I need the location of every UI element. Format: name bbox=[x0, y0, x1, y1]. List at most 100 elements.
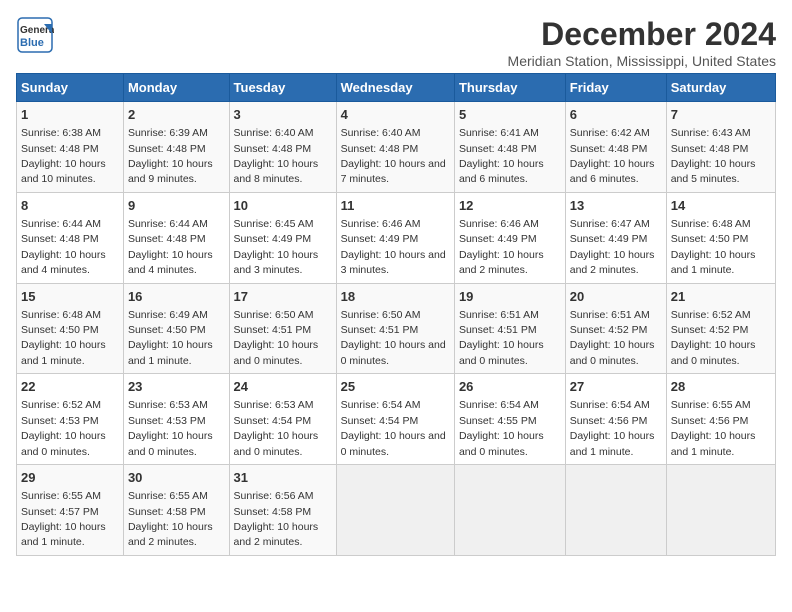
day-number: 21 bbox=[671, 288, 771, 306]
empty-cell bbox=[565, 465, 666, 556]
table-row: 13 Sunrise: 6:47 AMSunset: 4:49 PMDaylig… bbox=[565, 192, 666, 283]
table-row: 10 Sunrise: 6:45 AMSunset: 4:49 PMDaylig… bbox=[229, 192, 336, 283]
empty-cell bbox=[666, 465, 775, 556]
day-info: Sunrise: 6:50 AMSunset: 4:51 PMDaylight:… bbox=[341, 309, 446, 367]
calendar-body: 1 Sunrise: 6:38 AMSunset: 4:48 PMDayligh… bbox=[17, 102, 776, 556]
col-wednesday: Wednesday bbox=[336, 74, 454, 102]
day-info: Sunrise: 6:40 AMSunset: 4:48 PMDaylight:… bbox=[234, 127, 319, 185]
day-number: 9 bbox=[128, 197, 225, 215]
col-thursday: Thursday bbox=[454, 74, 565, 102]
table-row: 29 Sunrise: 6:55 AMSunset: 4:57 PMDaylig… bbox=[17, 465, 124, 556]
day-info: Sunrise: 6:48 AMSunset: 4:50 PMDaylight:… bbox=[671, 218, 756, 276]
subtitle: Meridian Station, Mississippi, United St… bbox=[508, 53, 776, 69]
col-tuesday: Tuesday bbox=[229, 74, 336, 102]
table-row: 3 Sunrise: 6:40 AMSunset: 4:48 PMDayligh… bbox=[229, 102, 336, 193]
day-number: 6 bbox=[570, 106, 662, 124]
day-info: Sunrise: 6:44 AMSunset: 4:48 PMDaylight:… bbox=[128, 218, 213, 276]
day-info: Sunrise: 6:55 AMSunset: 4:58 PMDaylight:… bbox=[128, 490, 213, 548]
week-row-5: 29 Sunrise: 6:55 AMSunset: 4:57 PMDaylig… bbox=[17, 465, 776, 556]
week-row-3: 15 Sunrise: 6:48 AMSunset: 4:50 PMDaylig… bbox=[17, 283, 776, 374]
table-row: 31 Sunrise: 6:56 AMSunset: 4:58 PMDaylig… bbox=[229, 465, 336, 556]
table-row: 24 Sunrise: 6:53 AMSunset: 4:54 PMDaylig… bbox=[229, 374, 336, 465]
day-info: Sunrise: 6:48 AMSunset: 4:50 PMDaylight:… bbox=[21, 309, 106, 367]
table-row: 1 Sunrise: 6:38 AMSunset: 4:48 PMDayligh… bbox=[17, 102, 124, 193]
col-sunday: Sunday bbox=[17, 74, 124, 102]
day-info: Sunrise: 6:51 AMSunset: 4:51 PMDaylight:… bbox=[459, 309, 544, 367]
day-info: Sunrise: 6:38 AMSunset: 4:48 PMDaylight:… bbox=[21, 127, 106, 185]
day-info: Sunrise: 6:43 AMSunset: 4:48 PMDaylight:… bbox=[671, 127, 756, 185]
table-row: 18 Sunrise: 6:50 AMSunset: 4:51 PMDaylig… bbox=[336, 283, 454, 374]
table-row: 8 Sunrise: 6:44 AMSunset: 4:48 PMDayligh… bbox=[17, 192, 124, 283]
table-row: 28 Sunrise: 6:55 AMSunset: 4:56 PMDaylig… bbox=[666, 374, 775, 465]
day-info: Sunrise: 6:46 AMSunset: 4:49 PMDaylight:… bbox=[459, 218, 544, 276]
day-number: 15 bbox=[21, 288, 119, 306]
table-row: 11 Sunrise: 6:46 AMSunset: 4:49 PMDaylig… bbox=[336, 192, 454, 283]
page-header: General Blue December 2024 Meridian Stat… bbox=[16, 16, 776, 69]
day-number: 11 bbox=[341, 197, 450, 215]
day-number: 7 bbox=[671, 106, 771, 124]
day-number: 20 bbox=[570, 288, 662, 306]
day-number: 5 bbox=[459, 106, 561, 124]
calendar-table: Sunday Monday Tuesday Wednesday Thursday… bbox=[16, 73, 776, 556]
day-info: Sunrise: 6:40 AMSunset: 4:48 PMDaylight:… bbox=[341, 127, 446, 185]
day-number: 10 bbox=[234, 197, 332, 215]
day-info: Sunrise: 6:51 AMSunset: 4:52 PMDaylight:… bbox=[570, 309, 655, 367]
table-row: 15 Sunrise: 6:48 AMSunset: 4:50 PMDaylig… bbox=[17, 283, 124, 374]
day-info: Sunrise: 6:45 AMSunset: 4:49 PMDaylight:… bbox=[234, 218, 319, 276]
day-number: 13 bbox=[570, 197, 662, 215]
day-info: Sunrise: 6:39 AMSunset: 4:48 PMDaylight:… bbox=[128, 127, 213, 185]
day-info: Sunrise: 6:47 AMSunset: 4:49 PMDaylight:… bbox=[570, 218, 655, 276]
day-info: Sunrise: 6:54 AMSunset: 4:54 PMDaylight:… bbox=[341, 399, 446, 457]
week-row-2: 8 Sunrise: 6:44 AMSunset: 4:48 PMDayligh… bbox=[17, 192, 776, 283]
day-number: 27 bbox=[570, 378, 662, 396]
logo: General Blue bbox=[16, 16, 54, 54]
day-number: 17 bbox=[234, 288, 332, 306]
day-number: 18 bbox=[341, 288, 450, 306]
day-info: Sunrise: 6:49 AMSunset: 4:50 PMDaylight:… bbox=[128, 309, 213, 367]
day-number: 3 bbox=[234, 106, 332, 124]
day-number: 16 bbox=[128, 288, 225, 306]
empty-cell bbox=[336, 465, 454, 556]
day-info: Sunrise: 6:52 AMSunset: 4:52 PMDaylight:… bbox=[671, 309, 756, 367]
day-number: 26 bbox=[459, 378, 561, 396]
day-number: 14 bbox=[671, 197, 771, 215]
table-row: 14 Sunrise: 6:48 AMSunset: 4:50 PMDaylig… bbox=[666, 192, 775, 283]
day-info: Sunrise: 6:44 AMSunset: 4:48 PMDaylight:… bbox=[21, 218, 106, 276]
day-info: Sunrise: 6:52 AMSunset: 4:53 PMDaylight:… bbox=[21, 399, 106, 457]
table-row: 16 Sunrise: 6:49 AMSunset: 4:50 PMDaylig… bbox=[123, 283, 229, 374]
table-row: 26 Sunrise: 6:54 AMSunset: 4:55 PMDaylig… bbox=[454, 374, 565, 465]
day-info: Sunrise: 6:56 AMSunset: 4:58 PMDaylight:… bbox=[234, 490, 319, 548]
table-row: 21 Sunrise: 6:52 AMSunset: 4:52 PMDaylig… bbox=[666, 283, 775, 374]
table-row: 17 Sunrise: 6:50 AMSunset: 4:51 PMDaylig… bbox=[229, 283, 336, 374]
day-info: Sunrise: 6:46 AMSunset: 4:49 PMDaylight:… bbox=[341, 218, 446, 276]
table-row: 23 Sunrise: 6:53 AMSunset: 4:53 PMDaylig… bbox=[123, 374, 229, 465]
header-row: Sunday Monday Tuesday Wednesday Thursday… bbox=[17, 74, 776, 102]
day-info: Sunrise: 6:54 AMSunset: 4:55 PMDaylight:… bbox=[459, 399, 544, 457]
day-info: Sunrise: 6:55 AMSunset: 4:56 PMDaylight:… bbox=[671, 399, 756, 457]
main-title: December 2024 bbox=[508, 16, 776, 53]
table-row: 30 Sunrise: 6:55 AMSunset: 4:58 PMDaylig… bbox=[123, 465, 229, 556]
table-row: 6 Sunrise: 6:42 AMSunset: 4:48 PMDayligh… bbox=[565, 102, 666, 193]
week-row-4: 22 Sunrise: 6:52 AMSunset: 4:53 PMDaylig… bbox=[17, 374, 776, 465]
logo-icon: General Blue bbox=[16, 16, 54, 54]
table-row: 19 Sunrise: 6:51 AMSunset: 4:51 PMDaylig… bbox=[454, 283, 565, 374]
day-info: Sunrise: 6:55 AMSunset: 4:57 PMDaylight:… bbox=[21, 490, 106, 548]
table-row: 20 Sunrise: 6:51 AMSunset: 4:52 PMDaylig… bbox=[565, 283, 666, 374]
day-number: 2 bbox=[128, 106, 225, 124]
title-block: December 2024 Meridian Station, Mississi… bbox=[508, 16, 776, 69]
day-number: 12 bbox=[459, 197, 561, 215]
day-number: 31 bbox=[234, 469, 332, 487]
week-row-1: 1 Sunrise: 6:38 AMSunset: 4:48 PMDayligh… bbox=[17, 102, 776, 193]
day-number: 22 bbox=[21, 378, 119, 396]
table-row: 5 Sunrise: 6:41 AMSunset: 4:48 PMDayligh… bbox=[454, 102, 565, 193]
day-number: 1 bbox=[21, 106, 119, 124]
day-number: 23 bbox=[128, 378, 225, 396]
day-number: 28 bbox=[671, 378, 771, 396]
table-row: 7 Sunrise: 6:43 AMSunset: 4:48 PMDayligh… bbox=[666, 102, 775, 193]
day-number: 29 bbox=[21, 469, 119, 487]
table-row: 22 Sunrise: 6:52 AMSunset: 4:53 PMDaylig… bbox=[17, 374, 124, 465]
day-info: Sunrise: 6:41 AMSunset: 4:48 PMDaylight:… bbox=[459, 127, 544, 185]
table-row: 25 Sunrise: 6:54 AMSunset: 4:54 PMDaylig… bbox=[336, 374, 454, 465]
col-friday: Friday bbox=[565, 74, 666, 102]
day-number: 4 bbox=[341, 106, 450, 124]
